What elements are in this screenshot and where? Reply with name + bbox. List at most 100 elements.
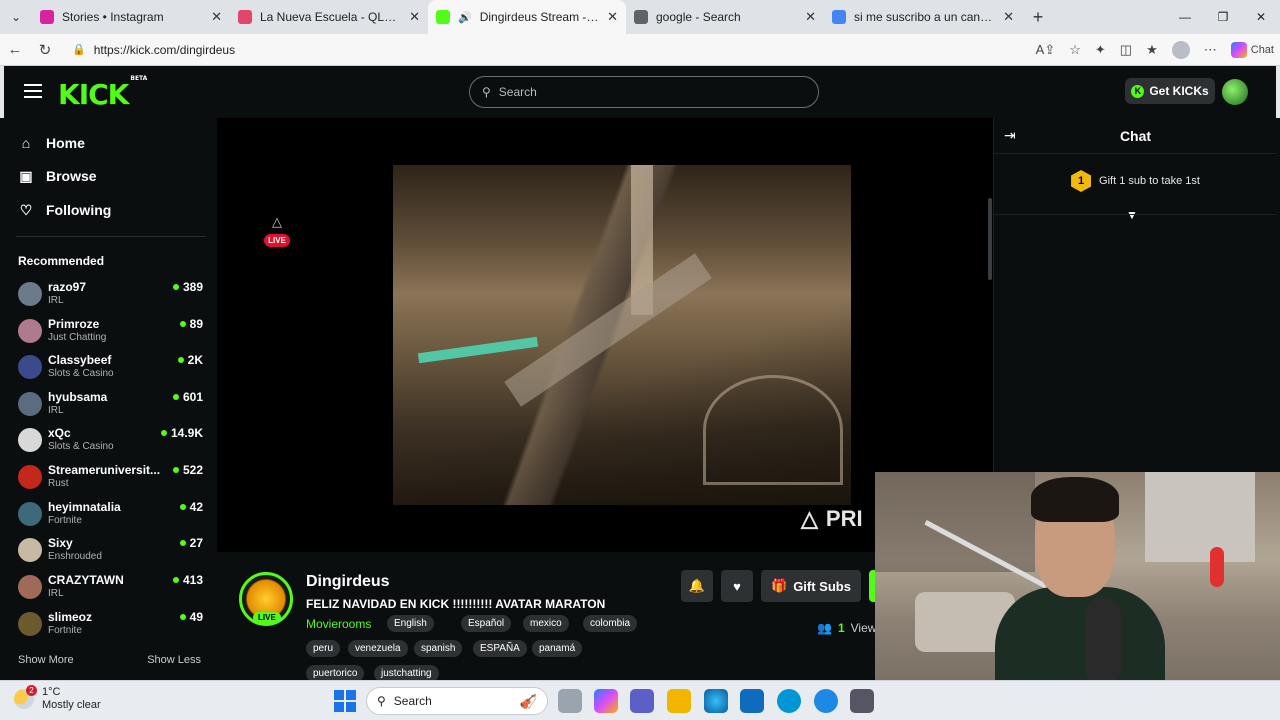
refresh-icon[interactable]: ↻ [30,41,60,59]
home-icon: ⌂ [21,135,31,151]
chrome-icon[interactable] [814,689,838,713]
channel-name: Primroze [48,317,100,331]
show-more-link[interactable]: Show More [18,654,74,666]
recommended-channel[interactable]: hyubsama IRL 601 [18,390,203,420]
gift-leaderboard-prompt[interactable]: 1 Gift 1 sub to take 1st [994,168,1277,194]
channel-category: Slots & Casino [48,368,114,379]
minimize-icon[interactable]: — [1166,0,1204,34]
channel-name: xQc [48,426,71,440]
tab-close-icon[interactable]: ✕ [409,9,420,25]
task-view-icon[interactable] [558,689,582,713]
chat-scrollbar[interactable] [988,198,992,280]
pinned-expand-icon[interactable]: ▼ [1126,208,1138,222]
tab-close-icon[interactable]: ✕ [211,9,222,25]
recommended-channel[interactable]: xQc Slots & Casino 14.9K [18,426,203,456]
recommended-channel[interactable]: Classybeef Slots & Casino 2K [18,353,203,383]
channel-name: razo97 [48,280,87,294]
recommended-channel[interactable]: heyimnatalia Fortnite 42 [18,500,203,530]
close-window-icon[interactable]: ✕ [1242,0,1280,34]
browser-tab[interactable]: Stories • Instagram ✕ [32,0,230,34]
stream-tag[interactable]: peru [306,640,341,657]
tab-list-chevron-icon[interactable]: ⌄ [0,0,32,34]
menu-icon[interactable] [24,84,42,102]
tab-close-icon[interactable]: ✕ [1003,9,1014,25]
browser-tab[interactable]: 🔊 Dingirdeus Stream - Watch Live ✕ [428,0,626,34]
url-field[interactable]: 🔒 https://kick.com/dingirdeus [66,37,1026,63]
channel-actions: 🔔 ♥ 🎁 Gift Subs [681,570,879,604]
teams-icon[interactable] [630,689,654,713]
recommended-channel[interactable]: CRAZYTAWN IRL 413 [18,573,203,603]
store-icon[interactable] [740,689,764,713]
recommended-channel[interactable]: slimeoz Fortnite 49 [18,610,203,640]
read-aloud-icon[interactable]: A⇪ [1036,42,1056,58]
address-bar-row: ← ↻ 🔒 https://kick.com/dingirdeus A⇪ ☆ ✦… [0,34,1280,66]
hp-icon[interactable] [777,689,801,713]
windows-start-icon[interactable] [334,690,356,712]
notification-bell-button[interactable]: 🔔 [681,570,713,602]
stream-tag[interactable]: Español [461,615,512,632]
extensions-icon[interactable]: ✦ [1095,42,1106,58]
live-dot-icon [172,284,179,290]
copilot-chat-button[interactable]: Chat [1230,42,1274,58]
chat-divider [994,214,1277,215]
stream-tag[interactable]: English [387,615,434,632]
stream-tag[interactable]: venezuela [348,640,408,657]
stream-category-link[interactable]: Movierooms [306,617,371,631]
live-dot-icon [172,577,179,583]
channel-category: Fortnite [48,625,82,636]
search-input[interactable]: ⚲ Search [469,76,819,108]
tab-favicon-icon [832,10,846,24]
recommended-channel[interactable]: Streameruniversit... Rust 522 [18,463,203,493]
browser-tab[interactable]: La Nueva Escuela - QLOO* (Video ✕ [230,0,428,34]
taskbar: 2 1°C Mostly clear ⚲ Search 🎻 [0,680,1280,720]
recommended-channel[interactable]: Primroze Just Chatting 89 [18,317,203,347]
viewer-count: 89 [179,317,203,331]
stream-tag[interactable]: spanish [414,640,463,657]
settings-icon[interactable] [850,689,874,713]
follow-heart-button[interactable]: ♥ [721,570,753,602]
stream-tag[interactable]: colombia [583,615,638,632]
taskbar-search[interactable]: ⚲ Search 🎻 [366,687,548,715]
favorites-icon[interactable]: ★ [1146,42,1158,58]
live-dot-icon [172,467,179,473]
channel-name[interactable]: Dingirdeus [306,573,390,591]
gift-subs-button[interactable]: 🎁 Gift Subs [761,570,861,602]
heart-icon: ♥ [733,578,741,594]
browser-tab[interactable]: si me suscribo a un canal de kick n ✕ [824,0,1022,34]
tab-title: google - Search [656,10,741,24]
get-kicks-button[interactable]: K Get KICKs [1125,78,1215,104]
tab-close-icon[interactable]: ✕ [607,9,618,25]
tab-close-icon[interactable]: ✕ [805,9,816,25]
stream-tag[interactable]: panamá [532,640,583,657]
edge-icon[interactable] [704,689,728,713]
site-header: KICK BETA ⚲ Search K Get KICKs [0,66,1280,118]
viewers-icon: 👥 [817,621,832,635]
browser-tab[interactable]: google - Search ✕ [626,0,824,34]
nav-following[interactable]: ♡ Following [18,198,112,222]
rank-badge-icon: 1 [1071,170,1092,192]
weather-widget[interactable]: 2 1°C Mostly clear [14,685,101,712]
nav-home[interactable]: ⌂ Home [18,131,85,155]
recommended-channel[interactable]: Sixy Enshrouded 27 [18,536,203,566]
back-icon[interactable]: ← [0,41,30,58]
split-screen-icon[interactable]: ◫ [1120,42,1132,58]
recommended-channel[interactable]: razo97 IRL 389 [18,280,203,310]
show-less-link[interactable]: Show Less [147,654,201,666]
copilot-taskbar-icon[interactable] [594,689,618,713]
nav-browse[interactable]: ▣ Browse [18,164,96,188]
user-avatar[interactable] [1222,79,1248,105]
window-controls: — ❐ ✕ [1166,0,1280,34]
restore-icon[interactable]: ❐ [1204,0,1242,34]
speaker-icon[interactable]: 🔊 [458,11,472,24]
live-dot-icon [179,540,186,546]
channel-category: Rust [48,478,69,489]
more-options-icon[interactable]: ⋯ [1204,42,1217,58]
search-icon: ⚲ [482,85,491,99]
profile-icon[interactable] [1171,41,1190,59]
favorite-star-icon[interactable]: ☆ [1069,42,1081,58]
file-explorer-icon[interactable] [667,689,691,713]
new-tab-button[interactable]: + [1022,7,1054,28]
stream-tag[interactable]: ESPAÑA [473,640,527,657]
kick-logo[interactable]: KICK BETA [58,75,147,111]
stream-tag[interactable]: mexico [523,615,569,632]
